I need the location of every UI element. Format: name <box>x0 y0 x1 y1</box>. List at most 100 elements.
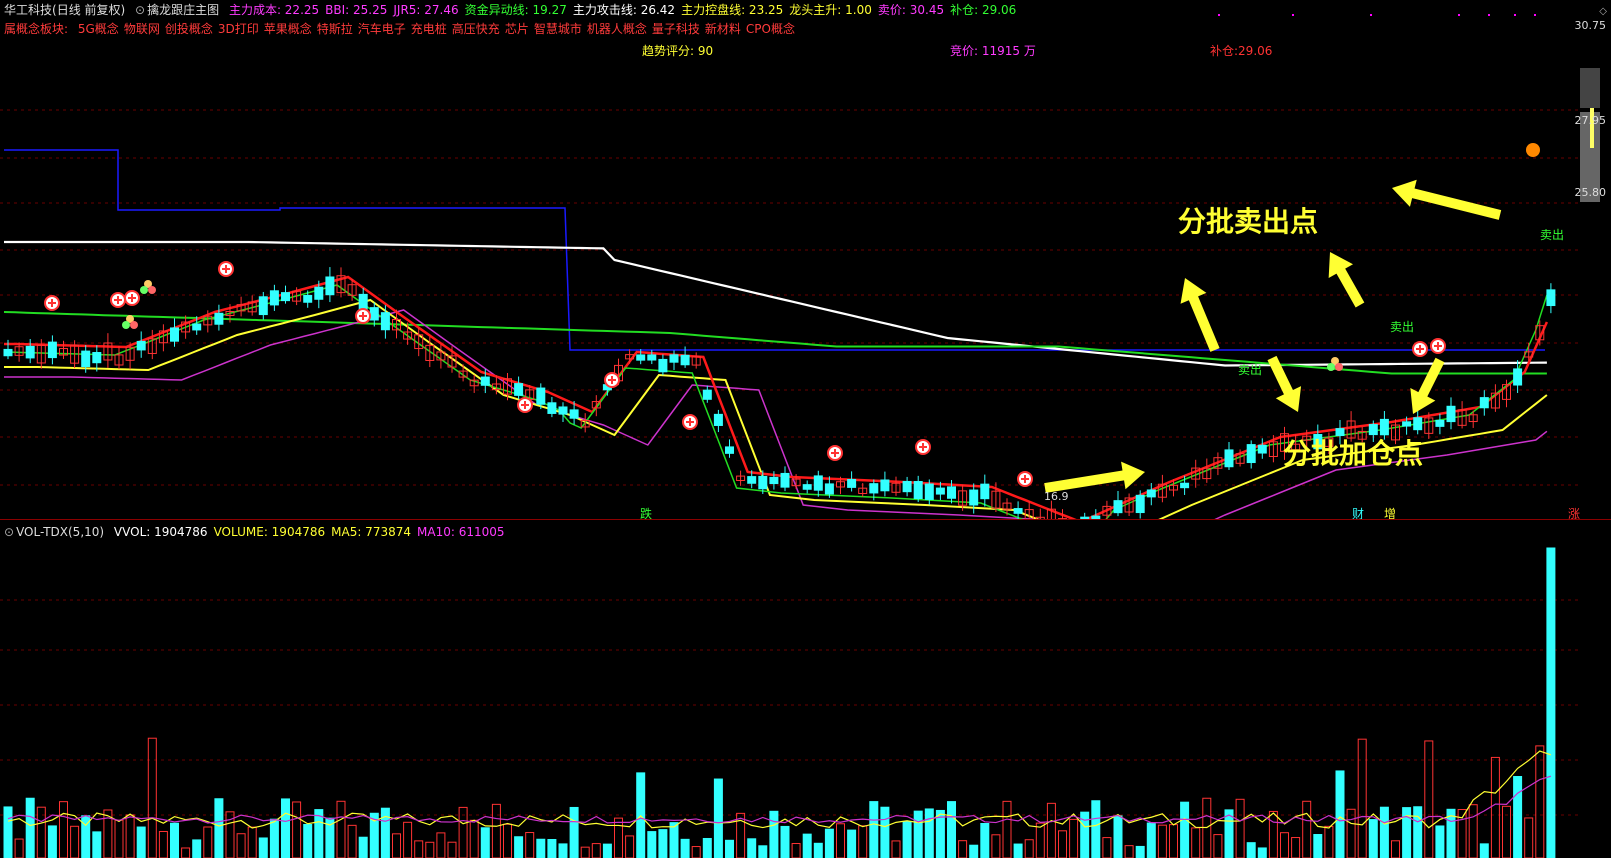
concept-item-12[interactable]: 量子科技 <box>652 22 700 36</box>
volume-bar <box>947 801 956 858</box>
period-label[interactable]: (日线 前复权) <box>52 3 125 17</box>
concept-item-14[interactable]: CPO概念 <box>746 22 795 36</box>
volume-bar <box>891 840 901 858</box>
price-scale-label-low: 25.80 <box>1574 186 1607 199</box>
volume-bar <box>1346 808 1356 858</box>
volume-bar <box>1069 818 1079 858</box>
volume-bar <box>70 825 80 858</box>
volume-bar <box>136 826 146 858</box>
volume-bar <box>1135 845 1145 858</box>
volume-bar <box>514 836 524 858</box>
candle <box>303 294 313 303</box>
volume-bar <box>1235 798 1245 858</box>
header-item-8: 补仓: 29.06 <box>950 3 1017 17</box>
candle <box>758 475 768 490</box>
volume-ma10-line <box>7 775 1552 824</box>
concept-bar: 属概念板块: 5G概念 物联网 创投概念 3D打印 苹果概念 特斯拉 汽车电子 充电桩 高压快充… <box>4 21 806 37</box>
volume-bar <box>181 847 191 858</box>
white-ma-line <box>4 240 1547 367</box>
volume-bar <box>847 829 857 858</box>
concept-item-11[interactable]: 机器人概念 <box>587 22 647 36</box>
volume-chart[interactable] <box>0 540 1611 858</box>
candle <box>935 487 945 495</box>
candle <box>647 354 657 361</box>
concept-item-10[interactable]: 智慧城市 <box>534 22 582 36</box>
volume-bar <box>1502 805 1511 858</box>
candle <box>558 406 568 415</box>
volume-bar <box>425 841 435 858</box>
stock-name[interactable]: 华工科技 <box>4 3 52 17</box>
concept-item-4[interactable]: 苹果概念 <box>264 22 312 36</box>
volume-bar <box>1246 842 1256 858</box>
candle <box>702 389 712 400</box>
concept-item-3[interactable]: 3D打印 <box>218 22 259 36</box>
volume-bar <box>403 821 413 858</box>
concept-item-2[interactable]: 创投概念 <box>165 22 213 36</box>
bid-amount: 竞价: 11915 万 <box>950 44 1036 58</box>
volume-item-2: MA5: 773874 <box>331 525 411 539</box>
candle <box>170 327 179 342</box>
volume-bar <box>1257 847 1267 858</box>
volume-bar <box>658 829 668 858</box>
volume-bar <box>491 803 501 858</box>
volume-bar <box>991 834 1001 858</box>
volume-settings-icon[interactable]: ⊙ <box>4 525 14 539</box>
volume-indicator-name[interactable]: VOL-TDX(5,10) <box>16 525 104 539</box>
concept-label: 属概念板块: <box>4 22 69 36</box>
concept-item-6[interactable]: 汽车电子 <box>358 22 406 36</box>
candle <box>947 486 956 499</box>
candle <box>325 276 335 296</box>
header-item-5: 主力控盘线: 23.25 <box>681 3 784 17</box>
volume-bar <box>480 827 490 858</box>
volume-bar <box>924 808 934 858</box>
candle <box>214 312 224 325</box>
volume-bar <box>1302 800 1312 858</box>
candle <box>547 402 557 414</box>
volume-bar <box>1180 801 1190 858</box>
concept-item-0[interactable]: 5G概念 <box>78 22 119 36</box>
volume-bar <box>414 840 424 858</box>
volume-bar <box>3 806 13 858</box>
volume-bar <box>380 807 390 858</box>
candle <box>1113 500 1123 514</box>
volume-bar <box>1513 776 1523 858</box>
concept-item-8[interactable]: 高压快充 <box>452 22 500 36</box>
candle <box>269 290 279 306</box>
volume-bar <box>1091 800 1101 858</box>
concept-item-1[interactable]: 物联网 <box>124 22 160 36</box>
candle <box>1135 494 1145 514</box>
concept-item-7[interactable]: 充电桩 <box>411 22 447 36</box>
volume-bar <box>1046 802 1056 858</box>
candle <box>1224 449 1234 468</box>
candle <box>25 345 35 359</box>
header-item-1: BBI: 25.25 <box>325 3 388 17</box>
candle <box>358 293 368 310</box>
indicator-name[interactable]: 擒龙跟庄主图 <box>147 3 219 17</box>
candle <box>47 341 57 359</box>
candle <box>92 352 102 364</box>
pane-divider <box>0 519 1611 520</box>
volume-bar <box>214 798 224 858</box>
concept-item-9[interactable]: 芯片 <box>505 22 529 36</box>
volume-bar <box>1213 834 1223 858</box>
header-item-6: 龙头主升: 1.00 <box>789 3 872 17</box>
arrow-up-2 <box>1328 251 1365 308</box>
volume-bar <box>147 737 157 858</box>
volume-bar <box>614 817 623 858</box>
concept-item-5[interactable]: 特斯拉 <box>317 22 353 36</box>
volume-bar <box>858 825 868 858</box>
concept-item-13[interactable]: 新材料 <box>705 22 741 36</box>
candle <box>480 376 490 386</box>
candle <box>969 489 979 506</box>
price-scale-label-top: 30.75 <box>1574 19 1607 32</box>
volume-bar <box>258 837 268 858</box>
volume-item-0: VVOL: 1904786 <box>113 525 208 539</box>
header-item-2: JJR5: 27.46 <box>393 3 459 17</box>
candle <box>924 483 934 500</box>
candle <box>780 472 790 488</box>
volume-bar <box>1424 740 1434 858</box>
volume-bar <box>203 826 213 858</box>
settings-icon[interactable]: ⊙ <box>135 3 145 17</box>
candle <box>3 348 13 357</box>
collapse-icon[interactable]: ◇ <box>1599 6 1607 17</box>
